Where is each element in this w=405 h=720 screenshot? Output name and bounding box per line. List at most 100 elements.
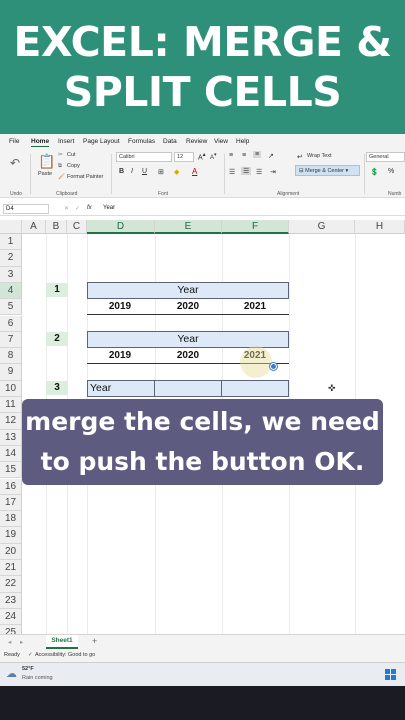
copy-button[interactable]: Copy [67, 163, 80, 169]
align-right-icon[interactable]: ☰ [256, 168, 262, 176]
row-header[interactable]: 3 [0, 266, 22, 283]
cell-year-3[interactable]: Year [87, 380, 155, 397]
menu-view[interactable]: View [214, 138, 228, 145]
menu-review[interactable]: Review [186, 138, 207, 145]
align-top-icon[interactable]: ≡ [229, 152, 233, 159]
column-header-e[interactable]: E [155, 220, 222, 234]
number-format-select[interactable]: General [366, 152, 405, 162]
bottom-bar [0, 686, 405, 720]
row-header[interactable]: 20 [0, 543, 22, 560]
row-header[interactable]: 9 [0, 364, 22, 381]
accessibility-status[interactable]: Accessibility: Good to go [35, 652, 95, 658]
row-header[interactable]: 14 [0, 445, 22, 463]
select-all-corner[interactable] [0, 220, 22, 234]
name-box[interactable]: D4 [3, 204, 49, 214]
italic-icon[interactable]: I [131, 168, 133, 175]
column-header-d[interactable]: D [87, 220, 155, 234]
column-header-h[interactable]: H [355, 220, 405, 234]
align-center-icon[interactable]: ☰ [241, 167, 252, 175]
decrease-font-icon[interactable]: A▾ [210, 152, 217, 161]
fx-icon[interactable]: fx [87, 205, 92, 211]
row-header[interactable]: 6 [0, 315, 22, 332]
menu-formulas[interactable]: Formulas [128, 138, 155, 145]
row-header[interactable]: 15 [0, 462, 22, 479]
menu-page-layout[interactable]: Page Layout [83, 138, 120, 145]
row-header[interactable]: 24 [0, 608, 22, 626]
fill-color-icon[interactable]: ◆ [174, 168, 179, 176]
year-cell[interactable]: 2019 [87, 350, 153, 361]
column-header-f[interactable]: F [222, 220, 289, 234]
align-bottom-icon[interactable]: ≡ [253, 151, 262, 158]
sheet-tab-sheet1[interactable]: Sheet1 [46, 635, 78, 649]
row-header[interactable]: 7 [0, 331, 22, 349]
column-header-b[interactable]: B [46, 220, 67, 234]
align-left-icon[interactable]: ☰ [229, 168, 235, 176]
year-cell[interactable]: 2020 [155, 301, 221, 312]
font-size-select[interactable]: 12 [174, 152, 194, 162]
merged-cell-year-1[interactable]: Year [87, 282, 289, 299]
row-header[interactable]: 13 [0, 429, 22, 446]
merge-center-button[interactable]: ⊟ Merge & Center ▾ [295, 165, 360, 176]
column-header-a[interactable]: A [22, 220, 46, 234]
copy-icon[interactable]: ⧉ [58, 163, 62, 170]
paste-icon[interactable]: 📋 [38, 153, 55, 170]
column-header-c[interactable]: C [67, 220, 87, 234]
empty-cell-e10[interactable] [155, 380, 222, 397]
row-header[interactable]: 2 [0, 250, 22, 267]
percent-icon[interactable]: % [388, 168, 394, 175]
row-header[interactable]: 10 [0, 380, 22, 397]
cancel-icon[interactable]: ✕ [64, 205, 69, 212]
accessibility-icon: ✓ [28, 652, 33, 658]
wrap-text-icon[interactable]: ↵ [297, 153, 303, 161]
font-color-icon[interactable]: A [192, 167, 197, 176]
row-header[interactable]: 17 [0, 494, 22, 512]
underline-icon[interactable]: U [142, 168, 147, 175]
row-header[interactable]: 23 [0, 592, 22, 609]
empty-cell-f10[interactable] [222, 380, 289, 397]
row-header[interactable]: 18 [0, 511, 22, 528]
weather-icon[interactable]: ☁ [6, 667, 17, 680]
menu-file[interactable]: File [9, 138, 19, 145]
border-icon[interactable]: ⊞ [158, 168, 164, 176]
row-header[interactable]: 16 [0, 478, 22, 495]
align-middle-icon[interactable]: ≡ [242, 152, 246, 159]
format-painter-button[interactable]: Format Painter [67, 174, 103, 180]
menu-data[interactable]: Data [163, 138, 177, 145]
status-bar: Ready ✓ Accessibility: Good to go [0, 650, 405, 662]
windows-start-icon[interactable] [385, 669, 396, 680]
undo-icon[interactable]: ↶ [10, 156, 20, 170]
format-painter-icon[interactable]: 🖌 [58, 174, 65, 180]
year-cell[interactable]: 2020 [155, 350, 221, 361]
year-cell[interactable]: 2021 [222, 301, 288, 312]
indent-icon[interactable]: ⇥ [270, 168, 276, 176]
menu-home[interactable]: Home [31, 138, 50, 147]
orientation-icon[interactable]: ↗ [268, 152, 274, 160]
menu-help[interactable]: Help [236, 138, 249, 145]
row-header[interactable]: 5 [0, 299, 22, 316]
cut-icon[interactable]: ✂ [58, 152, 63, 158]
currency-icon[interactable]: 💲 [370, 168, 379, 176]
formula-input[interactable]: Year [103, 205, 115, 211]
column-header-g[interactable]: G [289, 220, 355, 234]
row-header[interactable]: 12 [0, 413, 22, 430]
increase-font-icon[interactable]: A▴ [198, 152, 206, 161]
row-header[interactable]: 11 [0, 397, 22, 414]
bold-icon[interactable]: B [119, 168, 124, 175]
confirm-icon[interactable]: ✓ [75, 205, 80, 212]
add-sheet-icon[interactable]: + [92, 636, 97, 646]
font-name-select[interactable]: Calibri [116, 152, 172, 162]
scroll-left-icon[interactable]: ◂ [8, 638, 11, 646]
menu-insert[interactable]: Insert [58, 138, 74, 145]
row-header[interactable]: 19 [0, 527, 22, 544]
row-header[interactable]: 8 [0, 348, 22, 365]
row-header[interactable]: 22 [0, 576, 22, 593]
year-cell[interactable]: 2019 [87, 301, 153, 312]
row-header[interactable]: 4 [0, 282, 22, 300]
weather-temp: 52°F [22, 666, 34, 672]
paste-label[interactable]: Paste [38, 171, 52, 177]
row-header[interactable]: 21 [0, 560, 22, 577]
row-header[interactable]: 1 [0, 234, 22, 251]
cut-button[interactable]: Cut [67, 152, 76, 158]
scroll-right-icon[interactable]: ▸ [20, 638, 23, 646]
wrap-text-button[interactable]: Wrap Text [307, 153, 332, 159]
